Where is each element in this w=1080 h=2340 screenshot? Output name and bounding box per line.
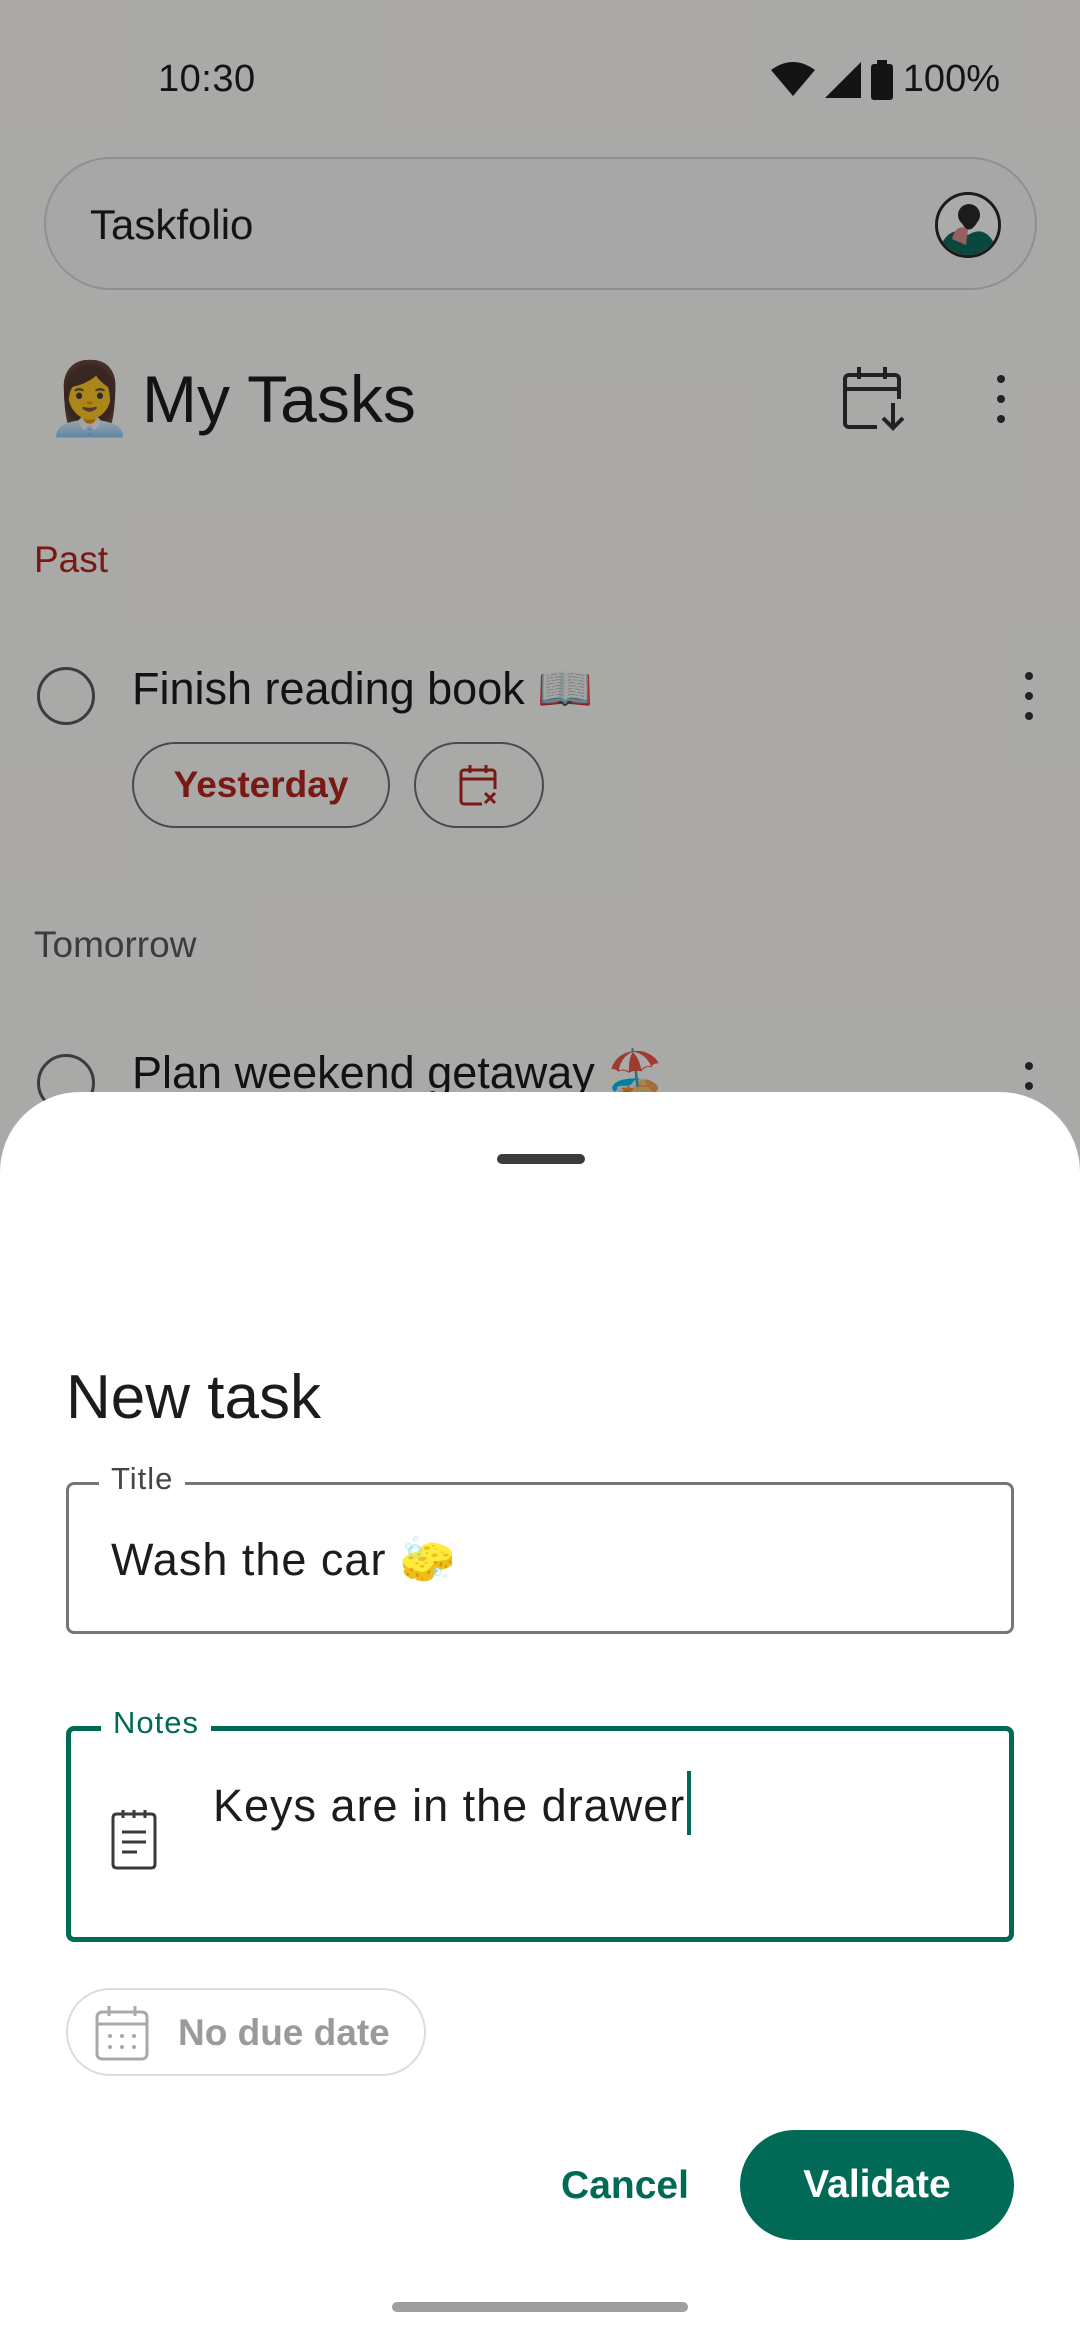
title-field-label: Title (99, 1461, 186, 1497)
title-field[interactable]: Title Wash the car 🧽 (66, 1461, 1014, 1634)
notes-field-value-wrap[interactable]: Keys are in the drawer (213, 1771, 692, 1835)
due-date-text: No due date (178, 2012, 390, 2053)
notes-field-value: Keys are in the drawer (213, 1780, 686, 1831)
gesture-nav-handle[interactable] (392, 2302, 688, 2312)
title-field-value[interactable]: Wash the car 🧽 (111, 1533, 457, 1586)
notes-field[interactable]: Notes Keys are in the drawer (66, 1705, 1014, 1942)
calendar-icon (95, 2006, 149, 2061)
drag-handle[interactable] (497, 1154, 585, 1164)
sheet-title: New task (66, 1363, 321, 1432)
text-cursor (687, 1771, 692, 1835)
notes-icon (111, 1810, 157, 1870)
due-date-button[interactable]: No due date (66, 1988, 426, 2076)
notes-field-label: Notes (101, 1705, 211, 1741)
new-task-sheet: New task Title Wash the car 🧽 Notes Keys… (0, 1092, 1080, 2340)
cancel-button[interactable]: Cancel (540, 2132, 710, 2240)
validate-button[interactable]: Validate (740, 2130, 1014, 2240)
